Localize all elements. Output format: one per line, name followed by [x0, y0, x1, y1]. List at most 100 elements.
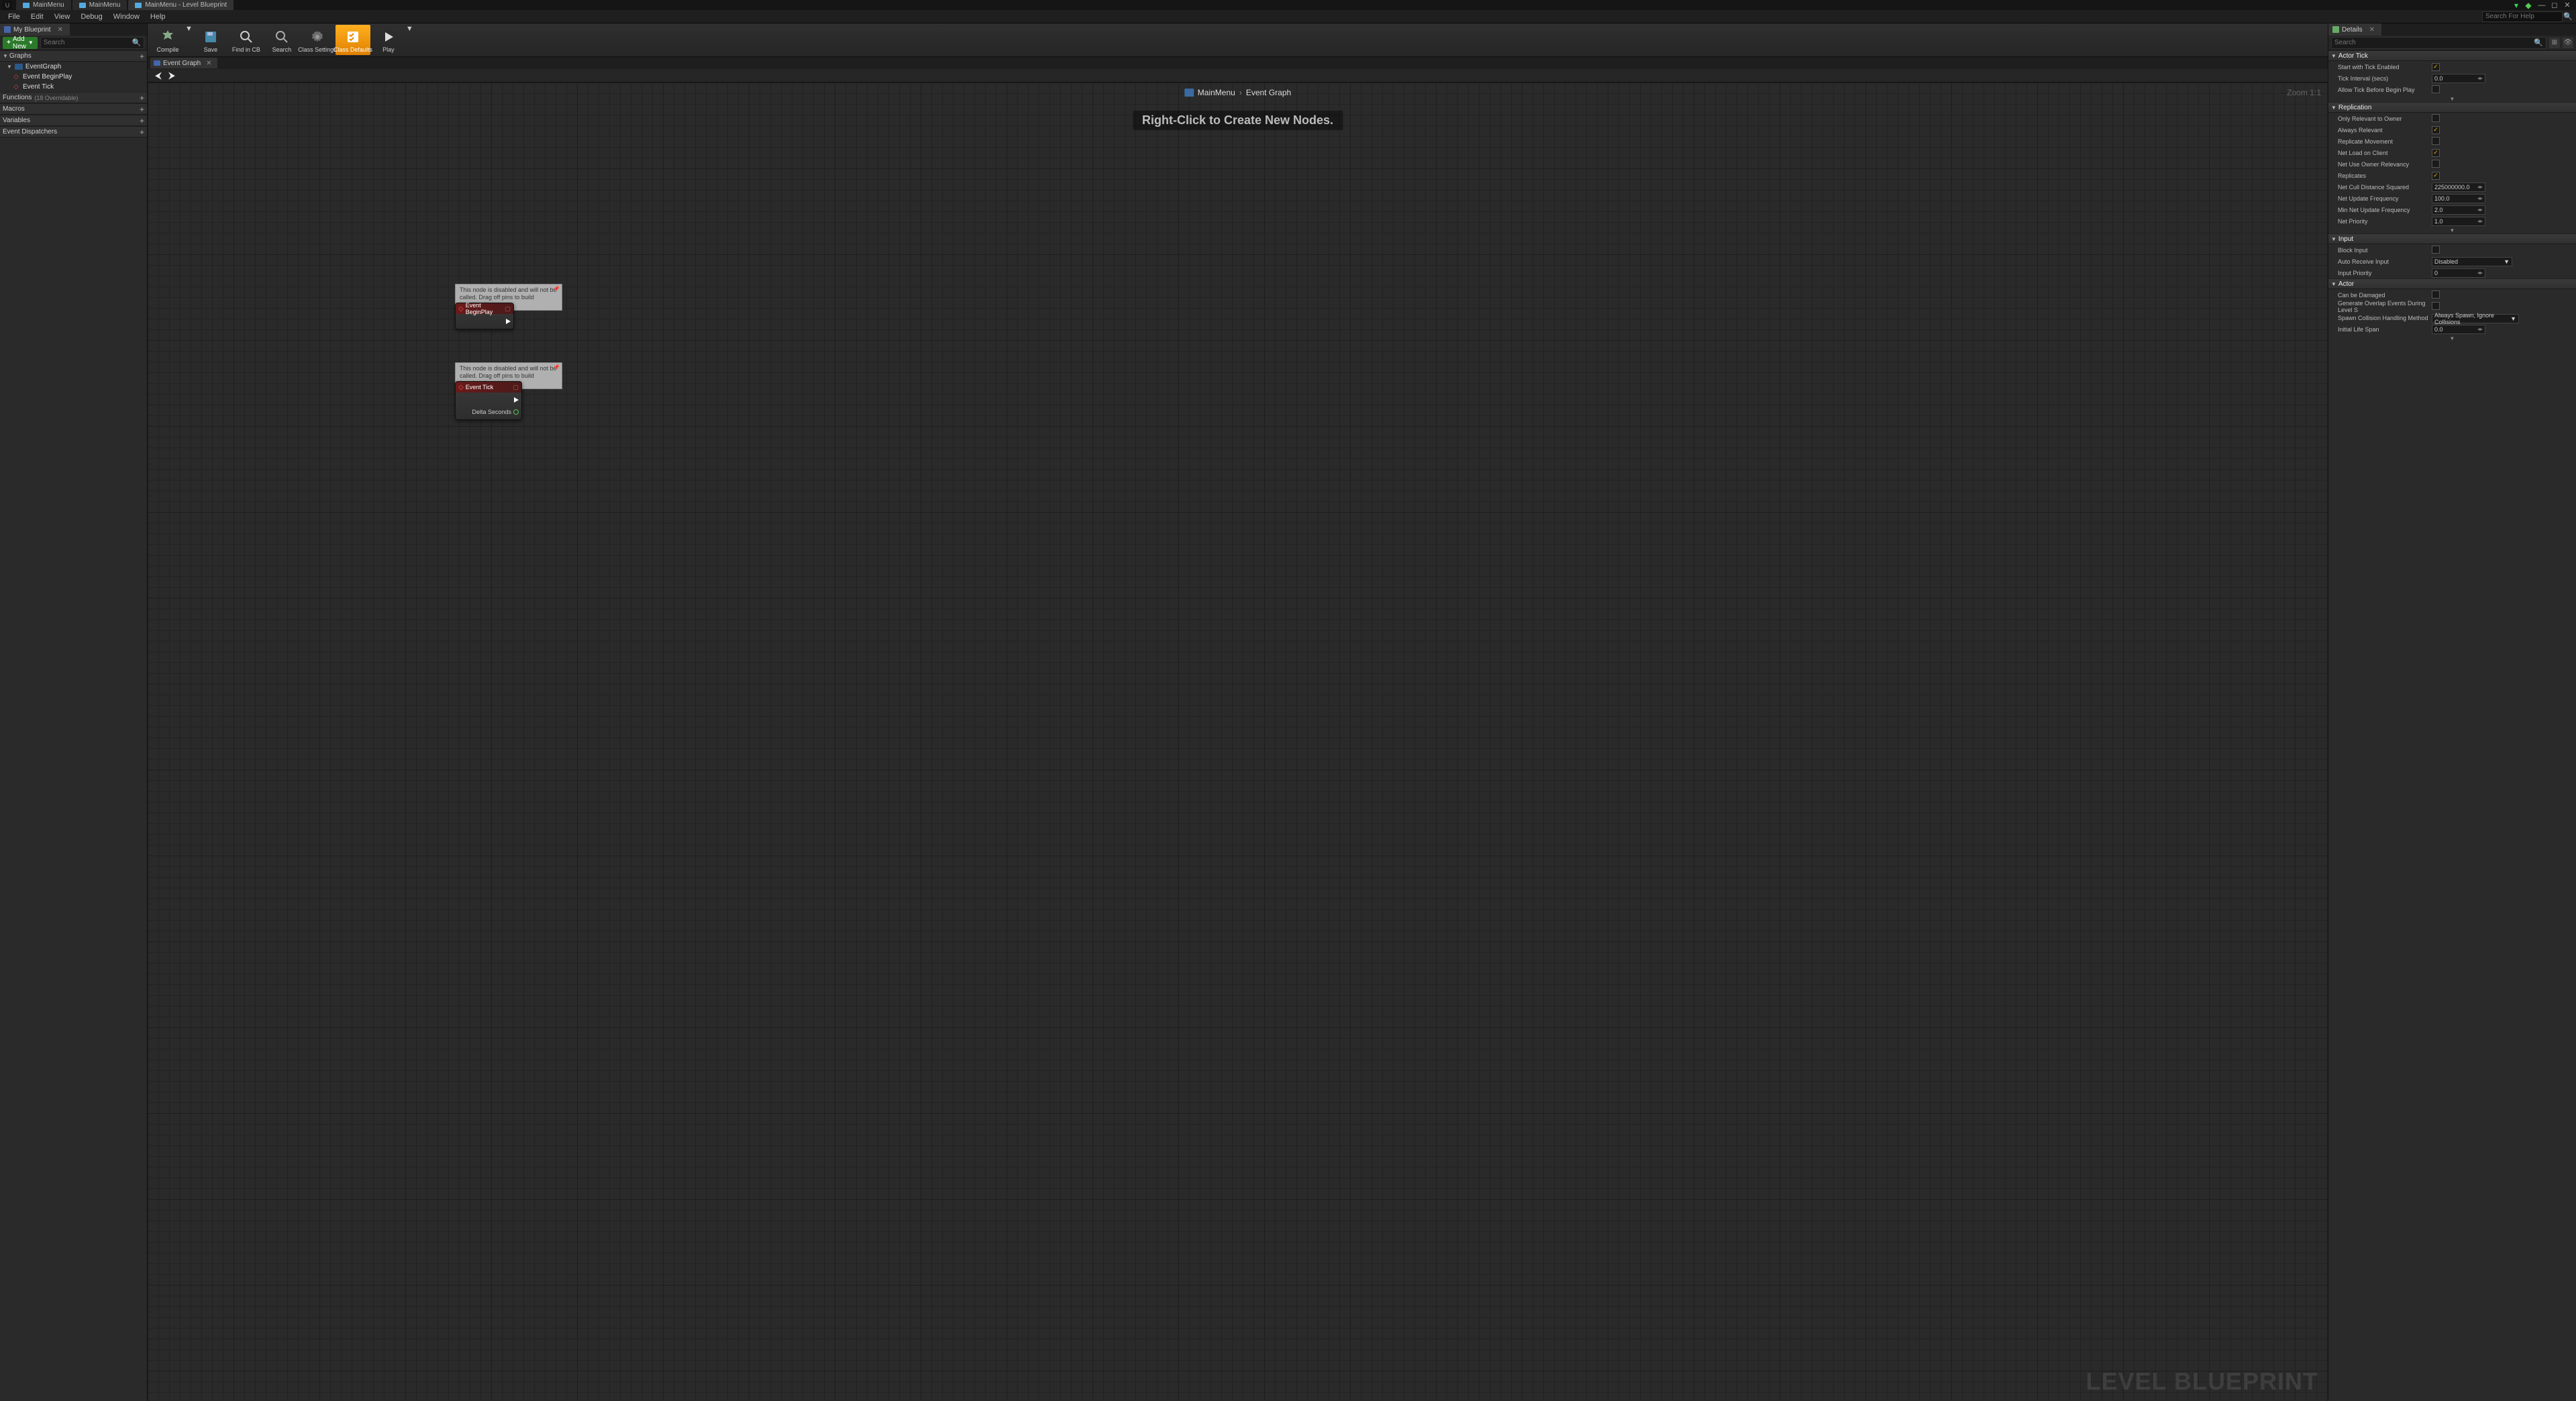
add-graph-button[interactable]: +: [140, 52, 144, 61]
help-search-input[interactable]: [2482, 11, 2563, 22]
dropdown[interactable]: Disabled▼: [2432, 257, 2512, 266]
node-delegate-icon[interactable]: ▢: [505, 305, 511, 313]
nav-forward-icon[interactable]: ⮞: [165, 70, 178, 81]
numeric-input[interactable]: 0◂▸: [2432, 268, 2485, 278]
category-actor-tick[interactable]: ▼Actor Tick: [2328, 50, 2576, 61]
checkbox[interactable]: ✓: [2432, 172, 2440, 180]
details-tab[interactable]: Details ✕: [2328, 23, 2381, 36]
data-output-pin[interactable]: [513, 409, 519, 415]
category-actor[interactable]: ▼Actor: [2328, 278, 2576, 289]
window-tab-mainmenu-1[interactable]: MainMenu: [16, 0, 71, 10]
numeric-input[interactable]: 0.0◂▸: [2432, 74, 2485, 83]
source-control-icon[interactable]: ▾: [2511, 1, 2522, 10]
checkbox[interactable]: [2432, 302, 2440, 310]
my-blueprint-tab[interactable]: My Blueprint ✕: [0, 23, 70, 36]
property-matrix-button[interactable]: ⊞: [2549, 38, 2560, 48]
gear-icon: [309, 28, 326, 46]
section-variables[interactable]: Variables +: [0, 115, 147, 126]
menu-view[interactable]: View: [49, 10, 76, 23]
node-header[interactable]: ◇ Event BeginPlay ▢: [456, 303, 513, 314]
pin-icon[interactable]: 📌: [553, 364, 560, 371]
section-macros[interactable]: Macros +: [0, 103, 147, 115]
expand-advanced-icon[interactable]: ▼: [2328, 95, 2576, 102]
checkbox[interactable]: [2432, 291, 2440, 299]
dropdown[interactable]: Always Spawn, Ignore Collisions▼: [2432, 314, 2519, 323]
my-blueprint-search[interactable]: 🔍: [40, 37, 145, 49]
category-replication[interactable]: ▼Replication: [2328, 102, 2576, 113]
search-input[interactable]: [44, 39, 132, 46]
window-tab-levelblueprint[interactable]: MainMenu - Level Blueprint: [128, 0, 234, 10]
window-tab-mainmenu-2[interactable]: MainMenu: [72, 0, 127, 10]
menu-debug[interactable]: Debug: [75, 10, 107, 23]
minimize-button[interactable]: —: [2536, 1, 2548, 10]
pin-icon[interactable]: 📌: [553, 286, 560, 293]
compile-dropdown[interactable]: ▼: [185, 25, 193, 55]
add-function-button[interactable]: +: [140, 93, 144, 103]
node-tick[interactable]: ◇ Event Tick ▢ Delta Seconds: [455, 381, 522, 420]
menu-edit[interactable]: Edit: [25, 10, 49, 23]
menu-window[interactable]: Window: [108, 10, 145, 23]
class-settings-button[interactable]: Class Settings: [300, 25, 335, 55]
checkbox[interactable]: [2432, 137, 2440, 145]
expand-advanced-icon[interactable]: ▼: [2328, 335, 2576, 342]
menu-file[interactable]: File: [3, 10, 25, 23]
checkbox[interactable]: ✓: [2432, 126, 2440, 134]
exec-output-pin[interactable]: [506, 319, 511, 324]
checkbox[interactable]: [2432, 114, 2440, 122]
breadcrumb-root[interactable]: MainMenu: [1198, 88, 1235, 97]
close-button[interactable]: ✕: [2561, 1, 2573, 10]
numeric-input[interactable]: 0.0◂▸: [2432, 325, 2485, 334]
add-macro-button[interactable]: +: [140, 105, 144, 114]
close-icon[interactable]: ✕: [206, 60, 211, 67]
details-search[interactable]: 🔍: [2331, 37, 2546, 49]
close-icon[interactable]: ✕: [58, 26, 63, 34]
help-search-icon[interactable]: 🔍: [2563, 12, 2573, 21]
graph-viewport[interactable]: MainMenu › Event Graph Zoom 1:1 Right-Cl…: [148, 83, 2328, 1401]
checkbox[interactable]: [2432, 85, 2440, 93]
checkbox[interactable]: ✓: [2432, 63, 2440, 71]
checkbox[interactable]: ✓: [2432, 149, 2440, 157]
tree-item-eventgraph[interactable]: ▼ EventGraph: [0, 62, 147, 72]
breadcrumb-leaf[interactable]: Event Graph: [1246, 88, 1291, 97]
checkbox[interactable]: [2432, 246, 2440, 254]
blueprint-icon: [4, 26, 11, 33]
checkbox[interactable]: [2432, 160, 2440, 168]
numeric-input[interactable]: 225000000.0◂▸: [2432, 183, 2485, 192]
event-icon: ◇: [13, 84, 19, 91]
category-input[interactable]: ▼Input: [2328, 234, 2576, 244]
class-defaults-button[interactable]: Class Defaults: [336, 25, 370, 55]
search-button[interactable]: Search: [264, 25, 299, 55]
toolbtn-label: Compile: [156, 46, 178, 53]
numeric-input[interactable]: 100.0◂▸: [2432, 194, 2485, 203]
tree-item-tick[interactable]: ◇ Event Tick: [0, 82, 147, 92]
numeric-input[interactable]: 1.0◂▸: [2432, 217, 2485, 226]
node-beginplay[interactable]: ◇ Event BeginPlay ▢: [455, 303, 514, 329]
maximize-button[interactable]: ◻: [2548, 1, 2561, 10]
prop-net-upd: Net Update Frequency100.0◂▸: [2328, 193, 2576, 204]
search-input[interactable]: [2334, 39, 2534, 46]
add-variable-button[interactable]: +: [140, 116, 144, 125]
section-functions[interactable]: Functions (18 Overridable) +: [0, 92, 147, 103]
event-icon: ◇: [458, 384, 464, 391]
add-dispatcher-button[interactable]: +: [140, 127, 144, 137]
nav-back-icon[interactable]: ⮜: [152, 70, 165, 81]
section-dispatchers[interactable]: Event Dispatchers +: [0, 126, 147, 138]
play-button[interactable]: Play: [371, 25, 406, 55]
numeric-input[interactable]: 2.0◂▸: [2432, 205, 2485, 215]
view-options-button[interactable]: 👁: [2563, 38, 2573, 48]
menu-help[interactable]: Help: [145, 10, 171, 23]
section-graphs[interactable]: ▼ Graphs +: [0, 50, 147, 62]
source-control-icon-2[interactable]: ◆: [2523, 1, 2534, 10]
node-header[interactable]: ◇ Event Tick ▢: [456, 382, 521, 393]
findincb-button[interactable]: Find in CB: [229, 25, 264, 55]
node-delegate-icon[interactable]: ▢: [513, 384, 519, 391]
add-new-button[interactable]: + Add New ▼: [3, 37, 38, 49]
compile-button[interactable]: Compile: [150, 25, 185, 55]
play-dropdown[interactable]: ▼: [406, 25, 413, 55]
exec-output-pin[interactable]: [514, 397, 519, 403]
graph-tab-eventgraph[interactable]: Event Graph ✕: [150, 58, 217, 68]
expand-advanced-icon[interactable]: ▼: [2328, 227, 2576, 234]
tree-item-beginplay[interactable]: ◇ Event BeginPlay: [0, 72, 147, 82]
close-icon[interactable]: ✕: [2369, 26, 2375, 34]
save-button[interactable]: Save: [193, 25, 228, 55]
